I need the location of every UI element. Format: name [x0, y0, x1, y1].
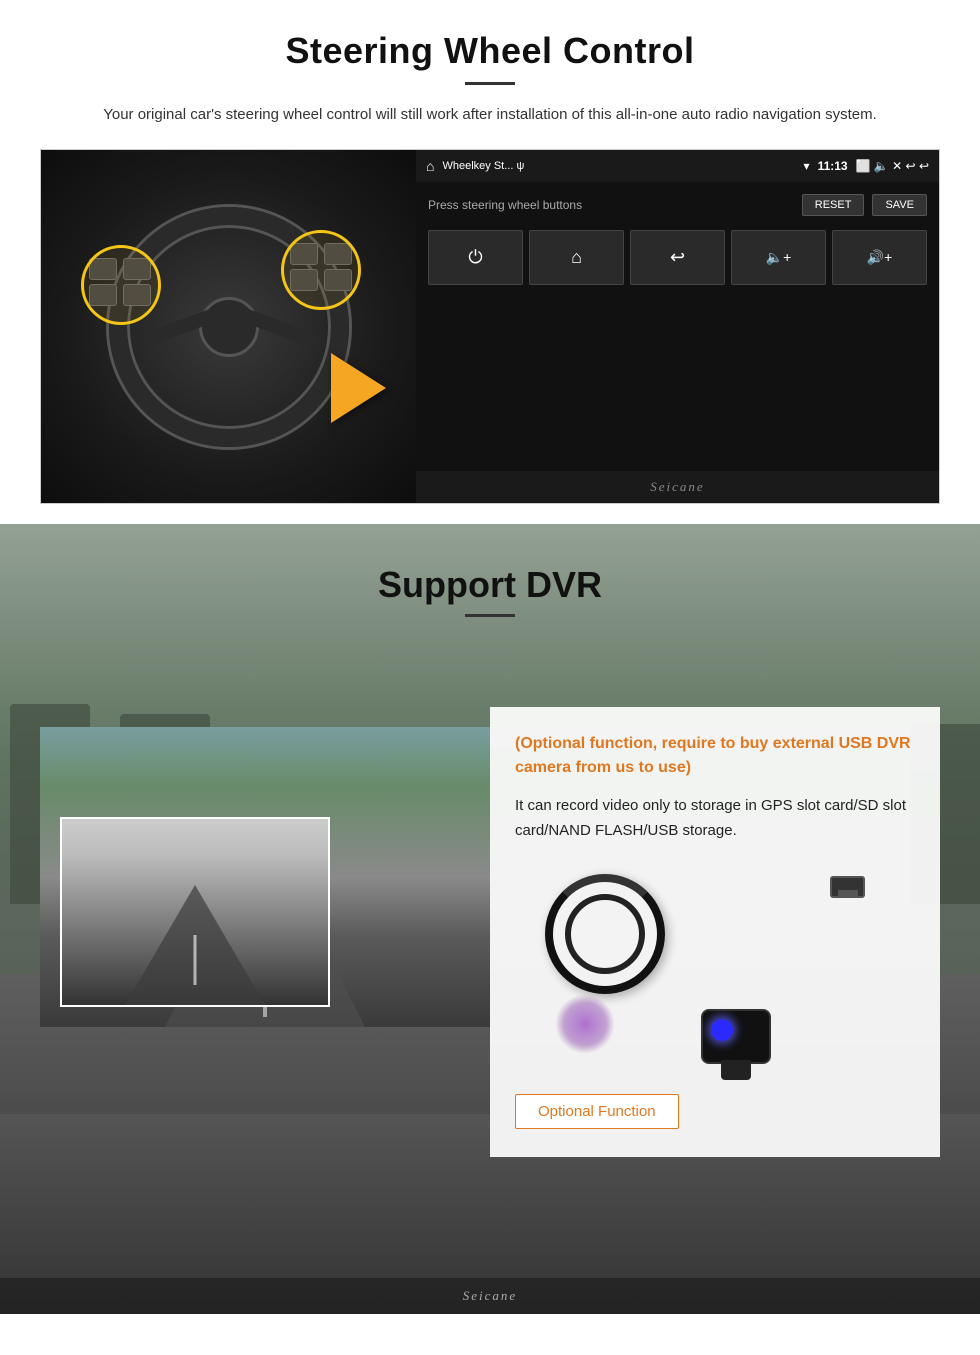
- android-notification-icons: ⬜ 🔈 ✕ ↩ ↩: [856, 159, 929, 173]
- steering-section: Steering Wheel Control Your original car…: [0, 0, 980, 524]
- dvr-camera-body: [701, 1009, 771, 1064]
- steering-wheel-photo: [41, 150, 416, 503]
- steering-composite-image: ⌂ Wheelkey St... ψ ▾ 11:13 ⬜ 🔈 ✕ ↩ ↩ Pre…: [40, 149, 940, 504]
- optional-function-button[interactable]: Optional Function: [515, 1094, 679, 1129]
- seicane-watermark-dvr: Seicane: [0, 1278, 980, 1314]
- swc-cell-power[interactable]: ⏻: [428, 230, 523, 285]
- swc-button-grid: ⏻ ⌂ ↩ 🔈+ 🔊+: [428, 230, 927, 285]
- swc-cell-vol-down[interactable]: 🔈+: [731, 230, 826, 285]
- swc-cell-back[interactable]: ↩: [630, 230, 725, 285]
- swc-cell-home[interactable]: ⌂: [529, 230, 624, 285]
- android-app-name: Wheelkey St... ψ: [442, 160, 795, 172]
- dvr-main-content: (Optional function, require to buy exter…: [40, 647, 940, 1157]
- dashcam-small-line: [194, 935, 197, 985]
- dvr-camera-image: [515, 864, 915, 1084]
- home-icon: ⌂: [426, 158, 434, 174]
- arrow-indicator: [331, 353, 386, 423]
- cable-coil-inner: [565, 894, 645, 974]
- cable-coil: [545, 874, 665, 994]
- seicane-watermark-steering: Seicane: [416, 471, 939, 503]
- steering-wheel-center: [199, 297, 259, 357]
- arrow-shape: [331, 353, 386, 423]
- dvr-camera-mount: [721, 1060, 751, 1080]
- dvr-camera-glow: [555, 994, 615, 1054]
- dvr-description: It can record video only to storage in G…: [515, 794, 915, 844]
- save-button[interactable]: SAVE: [872, 194, 927, 216]
- swc-instruction: Press steering wheel buttons: [428, 198, 582, 212]
- android-screen: ⌂ Wheelkey St... ψ ▾ 11:13 ⬜ 🔈 ✕ ↩ ↩ Pre…: [416, 150, 939, 503]
- highlight-circle-right: [281, 230, 361, 310]
- reset-button[interactable]: RESET: [802, 194, 865, 216]
- usb-connector: [830, 876, 865, 898]
- dashcam-small-preview: [60, 817, 330, 1007]
- usb-port: [838, 890, 858, 898]
- swc-header: Press steering wheel buttons RESET SAVE: [428, 194, 927, 216]
- dvr-camera-lens: [711, 1019, 733, 1041]
- dvr-section: Support DVR (Optional fun: [0, 524, 980, 1314]
- steering-subtitle: Your original car's steering wheel contr…: [80, 103, 900, 127]
- android-time: 11:13: [818, 159, 848, 173]
- steering-title: Steering Wheel Control: [40, 30, 940, 72]
- dvr-title-divider: [465, 614, 515, 617]
- dvr-info-panel: (Optional function, require to buy exter…: [490, 707, 940, 1157]
- android-statusbar: ⌂ Wheelkey St... ψ ▾ 11:13 ⬜ 🔈 ✕ ↩ ↩: [416, 150, 939, 182]
- android-status-icons: ▾: [804, 159, 810, 173]
- dvr-title: Support DVR: [40, 564, 940, 606]
- dvr-optional-note: (Optional function, require to buy exter…: [515, 732, 915, 780]
- dashcam-main-view: [40, 727, 490, 1027]
- swc-action-buttons: RESET SAVE: [802, 194, 927, 216]
- optional-function-button-container: Optional Function: [515, 1084, 915, 1129]
- dvr-dashcam-screenshots: [40, 647, 490, 1027]
- swc-cell-vol-up[interactable]: 🔊+: [832, 230, 927, 285]
- android-swc-content: Press steering wheel buttons RESET SAVE …: [416, 182, 939, 471]
- dvr-content: Support DVR (Optional fun: [0, 524, 980, 1187]
- highlight-circle-left: [81, 245, 161, 325]
- title-divider: [465, 82, 515, 85]
